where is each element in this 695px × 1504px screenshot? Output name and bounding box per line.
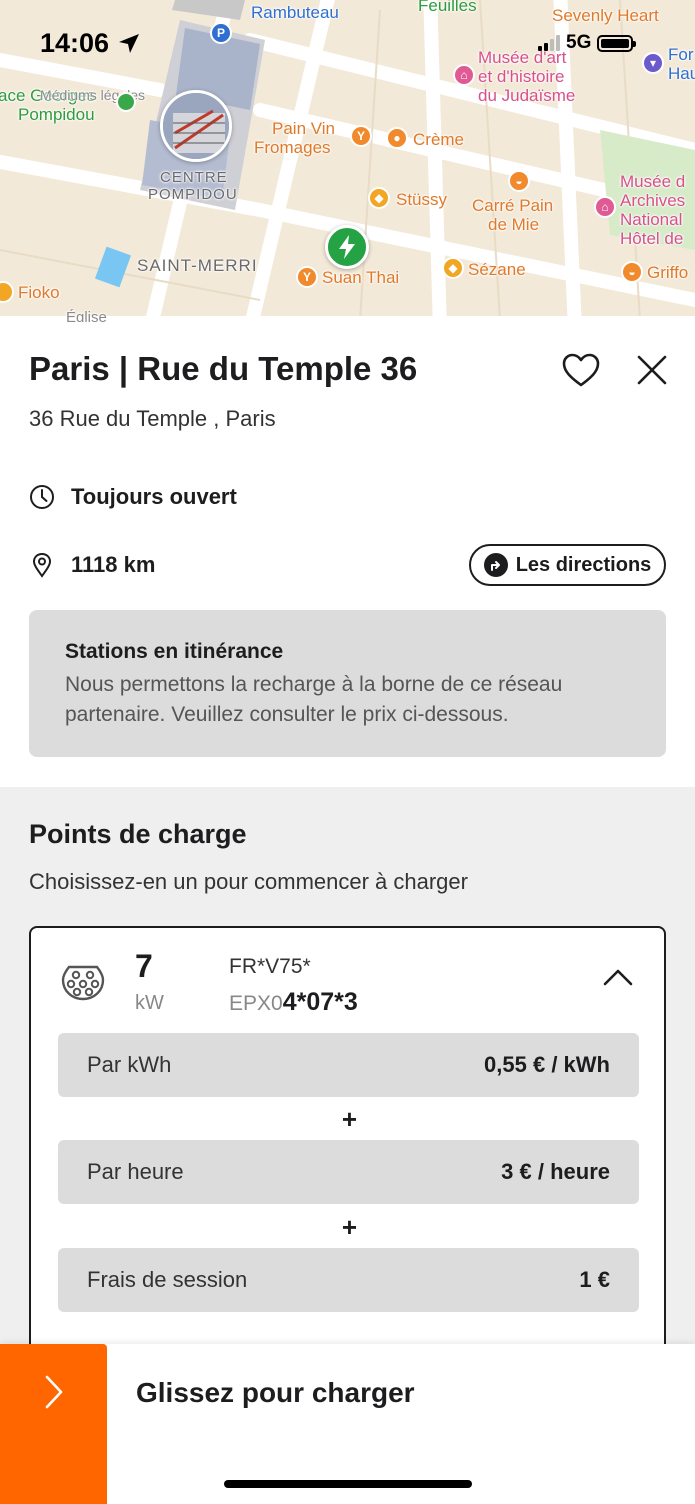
evse-id-suffix: 4*07*3	[282, 988, 358, 1016]
map-label-musee-art-3: du Judaïsme	[478, 86, 576, 105]
price-label: Par kWh	[87, 1052, 172, 1077]
location-pin-icon	[32, 552, 52, 578]
cafe-pin-icon[interactable]: ●	[386, 127, 408, 149]
map-label-creme: Crème	[413, 130, 465, 149]
price-label: Par heure	[87, 1159, 184, 1184]
roaming-notice: Stations en itinérance Nous permettons l…	[29, 610, 666, 757]
shop-pin-icon[interactable]: ◆	[368, 187, 390, 209]
map-label-pompidou-stop: Pompidou	[18, 105, 95, 124]
cell-signal-icon	[538, 35, 560, 51]
restaurant-pin-icon[interactable]: Y	[350, 125, 372, 147]
map-label-fioko: Fioko	[18, 283, 60, 302]
hours-text: Toujours ouvert	[71, 484, 237, 509]
archives-pin-icon[interactable]: ⌂	[594, 196, 616, 218]
roaming-text: Nous permettons la recharge à la borne d…	[65, 673, 563, 726]
map-label-fon-1: For	[668, 45, 694, 64]
status-indicators: 5G	[538, 32, 637, 54]
map-label-rambuteau: Rambuteau	[251, 3, 339, 22]
price-row-hour: Par heure 3 € / heure	[58, 1140, 639, 1204]
price-row-kwh: Par kWh 0,55 € / kWh	[58, 1033, 639, 1097]
map-label-pompidou: POMPIDOU	[148, 186, 238, 203]
hours-row: Toujours ouvert	[29, 484, 237, 510]
price-value: 0,55 € / kWh	[484, 1052, 610, 1077]
map-label-griffo: Griffo	[647, 263, 689, 282]
slide-label: Glissez pour charger	[136, 1377, 415, 1408]
map-label-pain-vin-1: Pain Vin	[272, 119, 336, 138]
station-sheet: Paris | Rue du Temple 36 36 Rue du Templ…	[0, 322, 695, 1504]
transit-pin-icon[interactable]	[116, 92, 136, 112]
map-label-eglise: Église	[66, 309, 107, 322]
battery-icon	[597, 34, 637, 52]
restaurant-pin-2-icon[interactable]: Y	[296, 266, 318, 288]
map-view[interactable]: Rambuteau Feuilles Sevenly Heart ⌂ Musée…	[0, 0, 695, 322]
pompidou-photo-pin[interactable]	[160, 90, 232, 162]
map-label-suan-thai: Suan Thai	[322, 268, 400, 287]
shop-pin-3-icon[interactable]: ◒	[621, 261, 643, 283]
fountain-pin-icon[interactable]: ▾	[642, 52, 664, 74]
map-label-sezane: Sézane	[468, 260, 526, 279]
chevron-right-icon	[45, 1375, 62, 1409]
network-type: 5G	[566, 32, 592, 53]
shop-pin-2-icon[interactable]: ◆	[442, 257, 464, 279]
price-value: 1 €	[579, 1267, 610, 1292]
price-value: 3 € / heure	[501, 1159, 610, 1184]
evse-id-prefix: EPX0	[229, 992, 283, 1015]
map-label-archives-3: National	[620, 210, 683, 229]
map-label-pain-vin-2: Fromages	[254, 138, 331, 157]
heart-icon	[562, 353, 600, 387]
bakery-pin-icon[interactable]: ◒	[508, 170, 530, 192]
charger-pin-icon[interactable]	[325, 225, 369, 269]
map-label-carre-1: Carré Pain	[472, 196, 554, 215]
plus-separator: +	[341, 1212, 358, 1242]
slide-to-charge[interactable]: Glissez pour charger	[0, 1344, 695, 1504]
price-label: Frais de session	[87, 1267, 248, 1292]
type2-connector-icon	[61, 965, 105, 1001]
favorite-button[interactable]	[560, 350, 602, 390]
roaming-title: Stations en itinérance	[65, 640, 284, 663]
map-label-carre-2: de Mie	[488, 215, 540, 234]
station-address: 36 Rue du Temple , Paris	[29, 406, 276, 431]
charge-points-title: Points de charge	[29, 819, 247, 849]
directions-label: Les directions	[515, 553, 652, 576]
map-label-fon-2: Hau	[668, 64, 695, 83]
station-title: Paris | Rue du Temple 36	[29, 350, 418, 387]
slide-handle[interactable]	[0, 1344, 107, 1504]
directions-icon	[483, 553, 508, 577]
museum-pin-icon[interactable]: ⌂	[453, 64, 475, 86]
charge-point-card[interactable]: 7 kW FR*V75* EPX04*07*3 Par kWh 0,55 € /…	[29, 926, 666, 1386]
map-label-archives-1: Musée d	[620, 172, 686, 191]
map-label-saint-merri: SAINT-MERRI	[137, 256, 258, 275]
power-unit: kW	[135, 992, 164, 1014]
map-label-feuilles: Feuilles	[418, 0, 477, 15]
status-time-text: 14:06	[40, 28, 110, 58]
evse-id-line2: EPX04*07*3	[229, 988, 358, 1017]
status-time: 14:06	[40, 28, 141, 59]
map-label-archives-4: Hôtel de	[620, 229, 684, 248]
charge-points-subtitle: Choisissez-en un pour commencer à charge…	[29, 869, 468, 894]
distance-text: 1118 km	[71, 552, 156, 577]
chevron-up-icon[interactable]	[601, 966, 635, 988]
power-value: 7	[135, 948, 153, 984]
map-label-sevenly: Sevenly Heart	[552, 6, 659, 25]
distance-row: 1118 km	[29, 552, 155, 578]
close-icon	[637, 355, 667, 385]
home-indicator[interactable]	[224, 1480, 472, 1488]
parking-icon[interactable]: P	[210, 22, 232, 44]
close-button[interactable]	[634, 352, 670, 388]
map-label-stussy: Stüssy	[396, 190, 448, 209]
evse-id-line1: FR*V75*	[229, 955, 311, 978]
clock-icon	[30, 485, 54, 509]
plus-separator: +	[341, 1104, 358, 1134]
map-label-musee-art-2: et d'histoire	[478, 67, 565, 86]
directions-button[interactable]: Les directions	[469, 544, 666, 586]
map-label-archives-2: Archives	[620, 191, 686, 210]
price-row-session: Frais de session 1 €	[58, 1248, 639, 1312]
location-arrow-icon	[118, 34, 139, 53]
